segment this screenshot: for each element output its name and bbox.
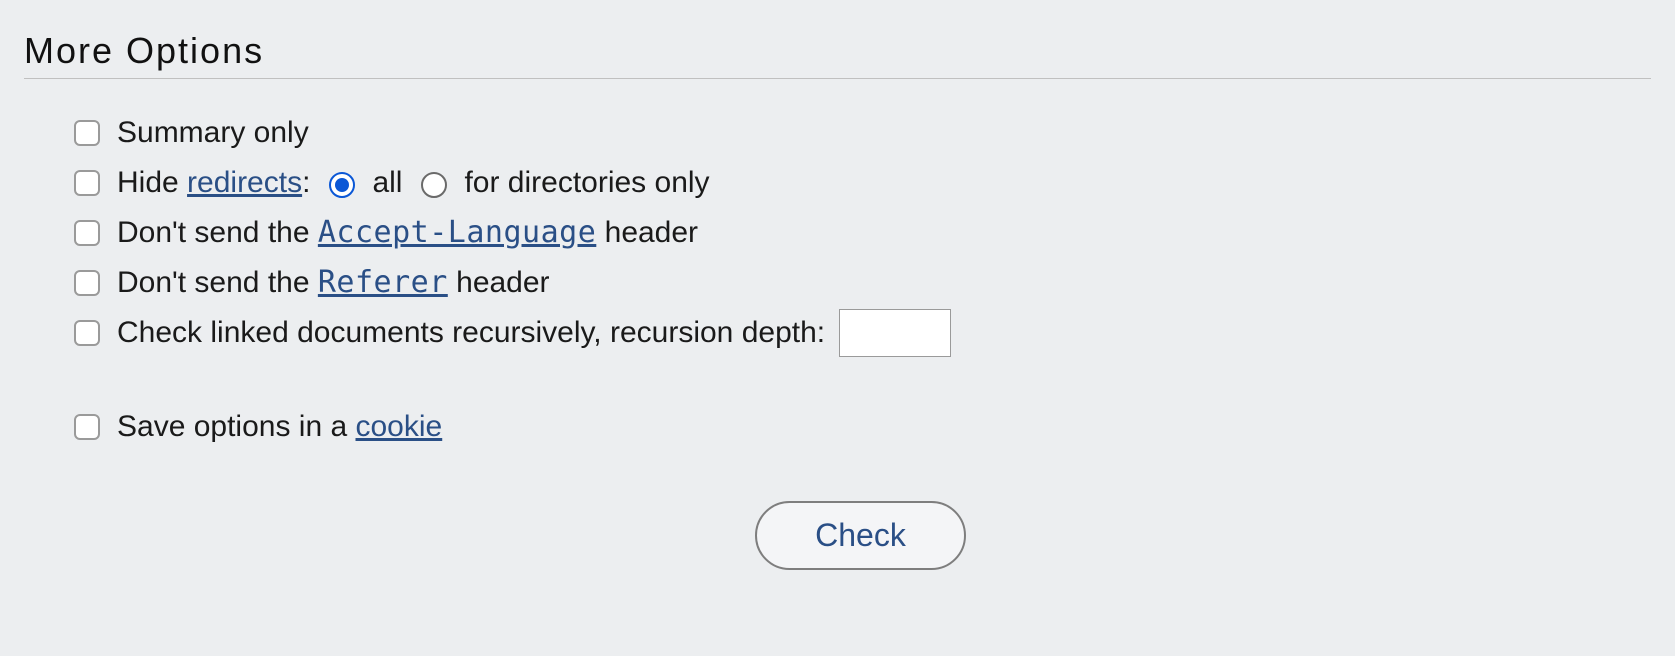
hide-redirects-radio-all[interactable] (329, 172, 355, 198)
divider (24, 78, 1651, 79)
check-button[interactable]: Check (755, 501, 966, 570)
option-summary-only: Summary only (70, 109, 1651, 157)
summary-only-label: Summary only (117, 109, 309, 157)
hide-redirects-radio-dirs-label: for directories only (464, 159, 709, 207)
cookie-link[interactable]: cookie (356, 410, 443, 443)
recursion-depth-input[interactable] (839, 309, 951, 357)
options-group: Summary only Hide redirects: all for dir… (24, 109, 1651, 451)
redirects-link[interactable]: redirects (187, 166, 302, 199)
referer-link[interactable]: Referer (318, 265, 448, 300)
hide-redirects-radio-all-label: all (372, 159, 402, 207)
option-no-referer: Don't send the Referer header (70, 259, 1651, 307)
option-no-accept-language: Don't send the Accept-Language header (70, 209, 1651, 257)
save-cookie-label: Save options in a cookie (117, 403, 442, 451)
summary-only-checkbox[interactable] (74, 120, 100, 146)
option-save-cookie: Save options in a cookie (70, 403, 1651, 451)
no-accept-language-label: Don't send the Accept-Language header (117, 209, 698, 257)
option-hide-redirects: Hide redirects: all for directories only (70, 159, 1651, 207)
recursive-checkbox[interactable] (74, 320, 100, 346)
hide-redirects-label: Hide redirects: (117, 159, 310, 207)
no-referer-checkbox[interactable] (74, 270, 100, 296)
save-cookie-checkbox[interactable] (74, 414, 100, 440)
accept-language-link[interactable]: Accept-Language (318, 215, 596, 250)
section-heading: More Options (24, 30, 1651, 72)
option-recursive: Check linked documents recursively, recu… (70, 309, 1651, 357)
recursive-label: Check linked documents recursively, recu… (117, 309, 825, 357)
hide-redirects-checkbox[interactable] (74, 170, 100, 196)
hide-redirects-radio-dirs[interactable] (421, 172, 447, 198)
no-referer-label: Don't send the Referer header (117, 259, 550, 307)
no-accept-language-checkbox[interactable] (74, 220, 100, 246)
